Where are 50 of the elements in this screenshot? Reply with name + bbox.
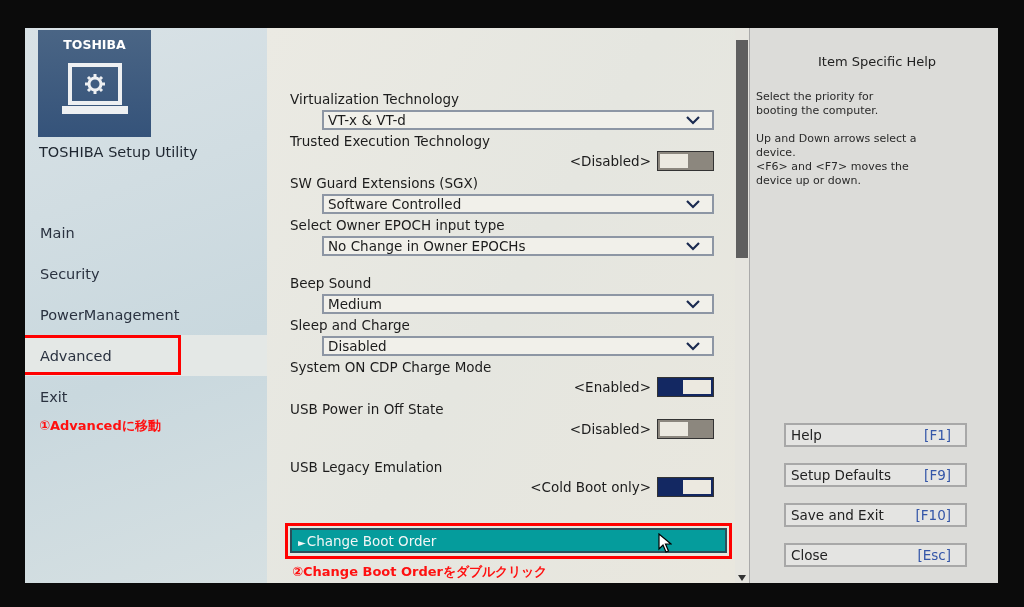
brand-logo: TOSHIBA: [63, 37, 126, 52]
setting-label: Virtualization Technology: [290, 91, 460, 108]
function-key-button[interactable]: Close [Esc]: [784, 543, 967, 567]
setting-label: USB Legacy Emulation: [290, 459, 444, 476]
function-key-button[interactable]: Save and Exit [F10]: [784, 503, 967, 527]
setting-label: Beep Sound: [290, 275, 373, 292]
help-text: booting the computer.: [756, 104, 880, 118]
toggle-switch[interactable]: [657, 477, 714, 497]
nav-item[interactable]: Exit: [25, 376, 267, 417]
nav-item[interactable]: Security: [25, 253, 267, 294]
annotation-text: ②Change Boot Orderをダブルクリック: [292, 563, 548, 581]
scroll-down-arrow-icon[interactable]: [738, 575, 746, 581]
setting-value: <Disabled>: [569, 421, 651, 437]
setting-value: <Enabled>: [573, 379, 651, 395]
dropdown[interactable]: No Change in Owner EPOCHs: [322, 236, 714, 256]
toggle-switch[interactable]: [657, 419, 714, 439]
setting-label: Select Owner EPOCH input type: [290, 217, 506, 234]
setting-label: System ON CDP Charge Mode: [290, 359, 493, 376]
app-title: TOSHIBA Setup Utility: [39, 144, 199, 160]
dropdown[interactable]: Software Controlled: [322, 194, 714, 214]
setting-label: SW Guard Extensions (SGX): [290, 175, 480, 192]
setting-label: Sleep and Charge: [290, 317, 411, 334]
setting-value: <Disabled>: [569, 153, 651, 169]
annotation-text: ①Advancedに移動: [39, 417, 162, 435]
dropdown[interactable]: Disabled: [322, 336, 714, 356]
laptop-gear-icon: [59, 62, 130, 116]
chevron-down-icon: [686, 241, 700, 251]
chevron-down-icon: [686, 341, 700, 351]
toggle-switch[interactable]: [657, 377, 714, 397]
help-text: <F6> and <F7> moves the: [756, 160, 910, 174]
setting-label: Trusted Execution Technology: [290, 133, 492, 150]
help-text: Up and Down arrows select a: [756, 132, 918, 146]
nav-item[interactable]: Advanced: [25, 335, 267, 376]
setting-value: <Cold Boot only>: [530, 479, 651, 495]
function-key-button[interactable]: Setup Defaults [F9]: [784, 463, 967, 487]
mouse-cursor-icon: [658, 533, 672, 553]
chevron-down-icon: [686, 199, 700, 209]
nav-item[interactable]: PowerManagement: [25, 294, 267, 335]
setting-label: USB Power in Off State: [290, 401, 445, 418]
help-title: Item Specific Help: [816, 54, 938, 69]
dropdown[interactable]: Medium: [322, 294, 714, 314]
nav-item[interactable]: Main: [25, 212, 267, 253]
function-key-button[interactable]: Help [F1]: [784, 423, 967, 447]
help-text: device.: [756, 146, 797, 160]
dropdown[interactable]: VT-x & VT-d: [322, 110, 714, 130]
toggle-switch[interactable]: [657, 151, 714, 171]
chevron-down-icon: [686, 115, 700, 125]
help-text: Select the priority for: [756, 90, 875, 104]
chevron-down-icon: [686, 299, 700, 309]
help-text: device up or down.: [756, 174, 862, 188]
